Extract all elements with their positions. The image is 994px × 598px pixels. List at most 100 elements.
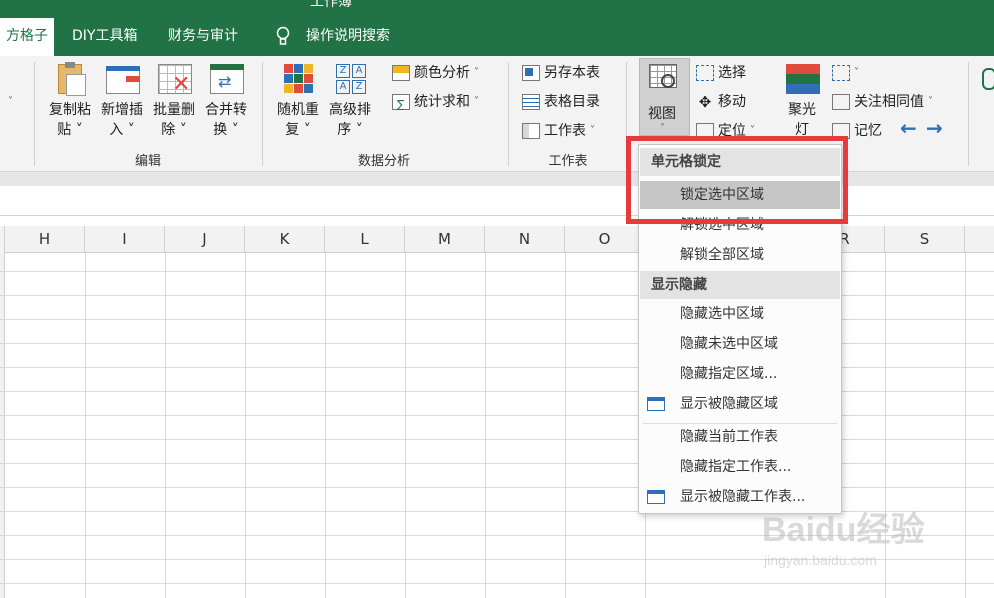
color-analysis-button[interactable]: 颜色分析 ˅ [392,62,479,84]
column-header-s[interactable]: S [885,226,965,253]
column-header-k[interactable]: K [245,226,325,253]
window-icon [647,397,665,411]
random-repeat-button[interactable]: 随机重 复 ˅ [272,62,324,140]
grid-line [245,253,246,598]
advanced-sort-label: 高级排 [329,102,371,118]
advanced-sort-label-2: 序 ˅ [337,122,363,138]
group-label-edit: 编辑 [134,154,161,169]
merge-convert-label-2: 换 ˅ [213,122,239,138]
watermark-brand: Baidu经验 [762,511,925,549]
copy-paste-label: 复制粘 [49,102,91,118]
move-button[interactable]: ✥ 移动 [696,91,746,113]
title-bar [0,0,994,56]
menu-item-show-hidden[interactable]: 显示被隐藏区域 [640,390,840,418]
grid-line [0,415,994,416]
group-label-data-analysis: 数据分析 [357,154,410,169]
delete-grid-icon: ✕ [156,62,192,96]
chevron-down-icon: ˅ [928,96,933,107]
row-header-strip [0,226,5,598]
chevron-down-icon: ˅ [474,96,479,107]
worksheet-icon [522,123,540,139]
column-header-o[interactable]: O [565,226,645,253]
batch-delete-label: 批量删 [153,102,195,118]
column-header-j[interactable]: J [165,226,245,253]
ribbon-separator [508,62,509,166]
column-header-l[interactable]: L [325,226,405,253]
menu-item-hide-current-sheet[interactable]: 隐藏当前工作表 [640,423,840,451]
column-header-h[interactable]: H [5,226,85,253]
spotlight-icon [784,62,820,96]
group-label-worksheet: 工作表 [548,154,588,169]
color-analysis-label: 颜色分析 [414,65,470,81]
highlight-annotation-box [626,136,848,224]
stats-sum-label: 统计求和 [414,94,470,110]
menu-item-unlock-all[interactable]: 解锁全部区域 [640,241,840,269]
select-button[interactable]: 选择 [696,62,746,84]
menu-item-hide-selected[interactable]: 隐藏选中区域 [640,300,840,328]
grid-line [0,391,994,392]
grid-line [0,487,994,488]
merge-icon: ⇄ [208,62,244,96]
grid-line [85,253,86,598]
save-sheet-as-label: 另存本表 [544,65,600,81]
tab-diy-toolbox[interactable]: DIY工具箱 [66,18,143,56]
tab-fanggezi[interactable]: 方格子 [0,18,54,56]
forward-arrow-icon[interactable]: → [926,116,943,140]
worksheet-label: 工作表 [544,123,586,139]
grid-line [565,253,566,598]
chevron-down-icon[interactable]: ˅ [8,96,13,107]
merge-convert-button[interactable]: ⇄ 合并转 换 ˅ [200,62,252,140]
worksheet-button[interactable]: 工作表 ˅ [522,120,595,142]
sum-table-icon: ∑ [392,94,410,111]
window-icon [647,490,665,504]
grid-line [0,439,994,440]
menu-item-show-hidden-label: 显示被隐藏区域 [680,396,778,412]
select-label: 选择 [718,65,746,81]
random-repeat-label-2: 复 ˅ [285,122,311,138]
view-button[interactable]: 视图 ˅ [639,58,690,136]
sheet-toc-button[interactable]: 表格目录 [522,91,600,113]
window-title: 工作簿 [310,0,352,10]
grid-line [0,463,994,464]
column-header-i[interactable]: I [85,226,165,253]
chevron-down-icon: ˅ [474,67,479,78]
save-sheet-as-button[interactable]: 另存本表 [522,62,600,84]
move-label: 移动 [718,94,746,110]
merge-convert-label: 合并转 [205,102,247,118]
menu-item-hide-unselected[interactable]: 隐藏未选中区域 [640,330,840,358]
copy-paste-button[interactable]: 复制粘 贴 ˅ [44,62,96,140]
spotlight-label: 聚光 [788,102,816,118]
list-icon [522,94,540,110]
options-button[interactable]: ˅ [832,62,859,84]
baidu-watermark: Baidu经验 jingyan.baidu.com [762,492,992,582]
more-icon[interactable] [982,68,994,90]
chevron-down-icon: ˅ [660,123,665,134]
grid-line [405,253,406,598]
grid-line [0,343,994,344]
grid-line [0,295,994,296]
save-sheet-icon [522,65,540,81]
insert-button[interactable]: 新增插 入 ˅ [96,62,148,140]
batch-delete-button[interactable]: ✕ 批量删 除 ˅ [148,62,200,140]
color-blocks-icon [280,62,316,96]
tab-finance-audit[interactable]: 财务与审计 [162,18,244,56]
grid-line [0,583,994,584]
magnifier-icon [649,64,681,94]
menu-item-hide-specified[interactable]: 隐藏指定区域... [640,360,840,388]
watch-same-value-label: 关注相同值 [854,94,924,110]
advanced-sort-button[interactable]: Z A A Z 高级排 序 ˅ [324,62,376,140]
watch-same-value-button[interactable]: 关注相同值 ˅ [832,91,933,113]
watermark-url: jingyan.baidu.com [764,552,877,568]
menu-item-hide-specified-sheet[interactable]: 隐藏指定工作表... [640,453,840,481]
copy-icon [832,94,850,110]
back-arrow-icon[interactable]: ← [900,116,917,140]
memory-label: 记忆 [854,123,882,139]
column-header-m[interactable]: M [405,226,485,253]
ribbon-separator [34,62,35,166]
sheet-toc-label: 表格目录 [544,94,600,110]
stats-sum-button[interactable]: ∑ 统计求和 ˅ [392,91,479,113]
column-header-n[interactable]: N [485,226,565,253]
spotlight-button[interactable]: 聚光 灯 [780,62,824,140]
clipboard-icon [52,62,88,96]
tell-me-search[interactable]: 操作说明搜索 [300,18,396,56]
